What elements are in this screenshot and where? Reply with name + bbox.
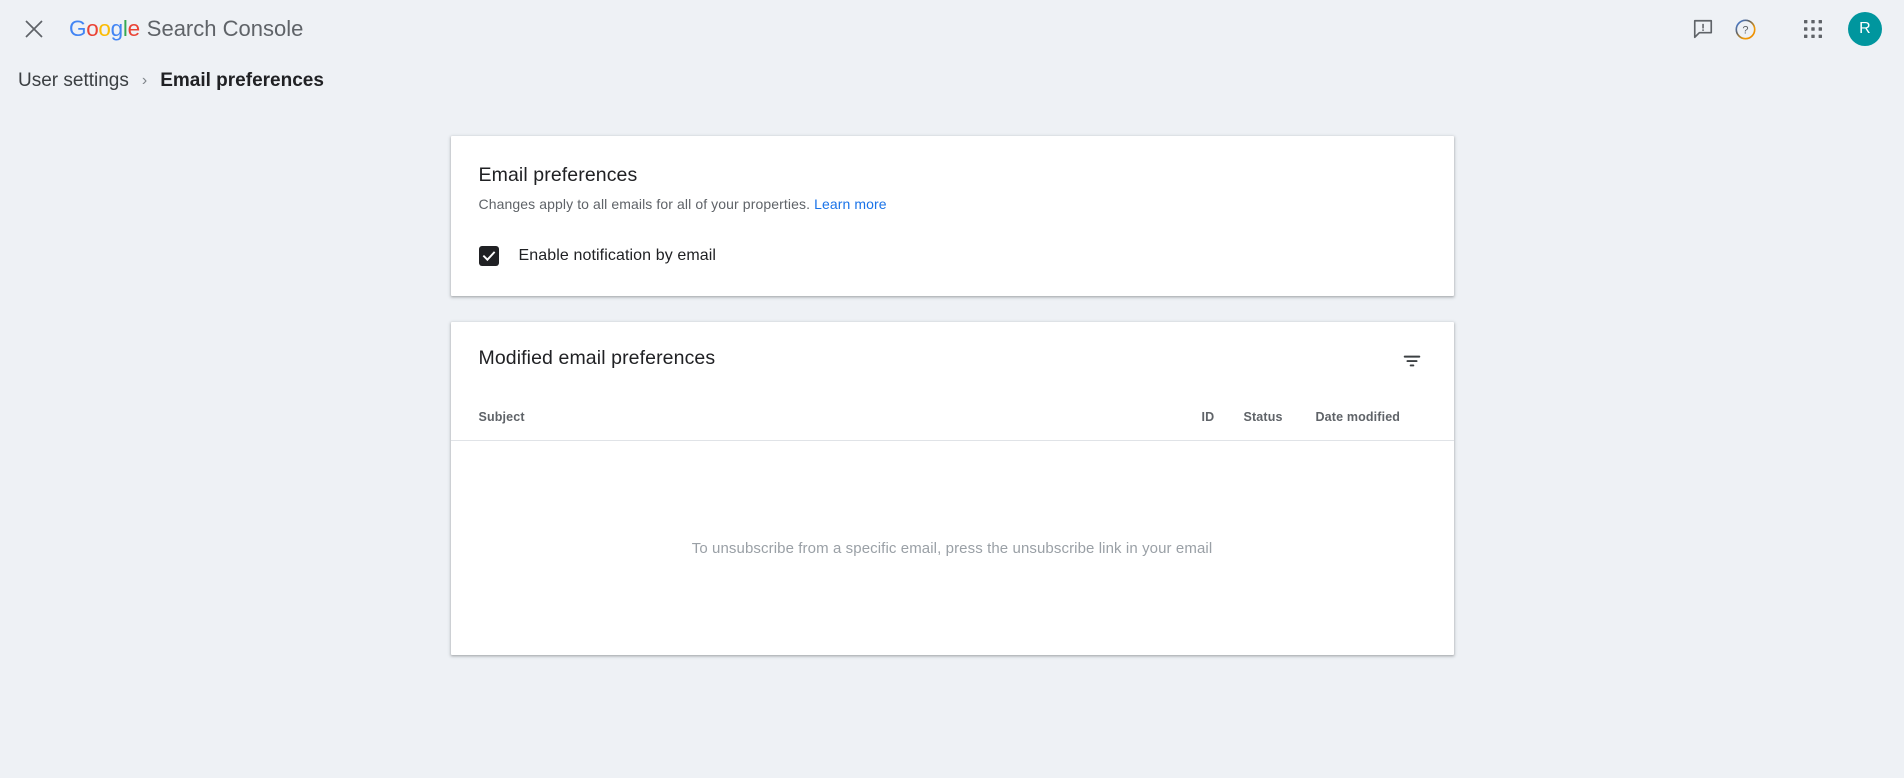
column-header-date-modified[interactable]: Date modified — [1316, 410, 1426, 424]
top-app-bar: Google Search Console — [0, 0, 1904, 58]
breadcrumb-email-preferences: Email preferences — [160, 70, 324, 92]
subtitle-text: Changes apply to all emails for all of y… — [479, 196, 811, 212]
apps-launcher-button[interactable] — [1792, 8, 1834, 50]
email-preferences-subtitle: Changes apply to all emails for all of y… — [479, 196, 1426, 212]
feedback-icon — [1692, 18, 1714, 40]
feedback-button[interactable] — [1682, 8, 1724, 50]
email-preferences-card: Email preferences Changes apply to all e… — [451, 136, 1454, 296]
modified-email-preferences-card: Modified email preferences Subject ID St… — [451, 322, 1454, 655]
close-icon — [24, 19, 44, 39]
filter-icon — [1401, 350, 1423, 372]
brand-logo[interactable]: Google Search Console — [69, 16, 303, 42]
avatar[interactable]: R — [1848, 12, 1882, 46]
breadcrumb-user-settings[interactable]: User settings — [18, 70, 129, 92]
filter-button[interactable] — [1392, 341, 1432, 381]
google-wordmark: Google — [69, 16, 140, 42]
empty-state-message: To unsubscribe from a specific email, pr… — [692, 540, 1213, 557]
email-preferences-title: Email preferences — [479, 164, 1426, 187]
column-header-subject[interactable]: Subject — [479, 410, 1202, 424]
table-empty-state: To unsubscribe from a specific email, pr… — [451, 441, 1454, 655]
main-content: Email preferences Changes apply to all e… — [0, 104, 1904, 655]
column-header-id[interactable]: ID — [1202, 410, 1244, 424]
enable-notification-checkbox[interactable] — [479, 246, 499, 266]
apps-grid-icon — [1803, 19, 1823, 39]
breadcrumb-separator-icon: › — [142, 72, 147, 90]
checkmark-icon — [482, 249, 496, 263]
table-header-row: Subject ID Status Date modified — [451, 394, 1454, 440]
column-header-status[interactable]: Status — [1244, 410, 1316, 424]
product-name: Search Console — [147, 16, 304, 42]
modified-preferences-title: Modified email preferences — [479, 347, 716, 370]
learn-more-link[interactable]: Learn more — [814, 196, 887, 212]
top-bar-actions: ? — [1682, 8, 1882, 50]
svg-text:?: ? — [1742, 24, 1748, 36]
enable-notification-label: Enable notification by email — [519, 247, 717, 265]
close-button[interactable] — [14, 9, 54, 49]
breadcrumb: User settings › Email preferences — [0, 58, 1904, 104]
help-button[interactable]: ? — [1724, 8, 1766, 50]
help-icon: ? — [1734, 18, 1757, 41]
modified-preferences-header: Modified email preferences — [451, 322, 1454, 394]
enable-notification-row[interactable]: Enable notification by email — [479, 246, 717, 266]
